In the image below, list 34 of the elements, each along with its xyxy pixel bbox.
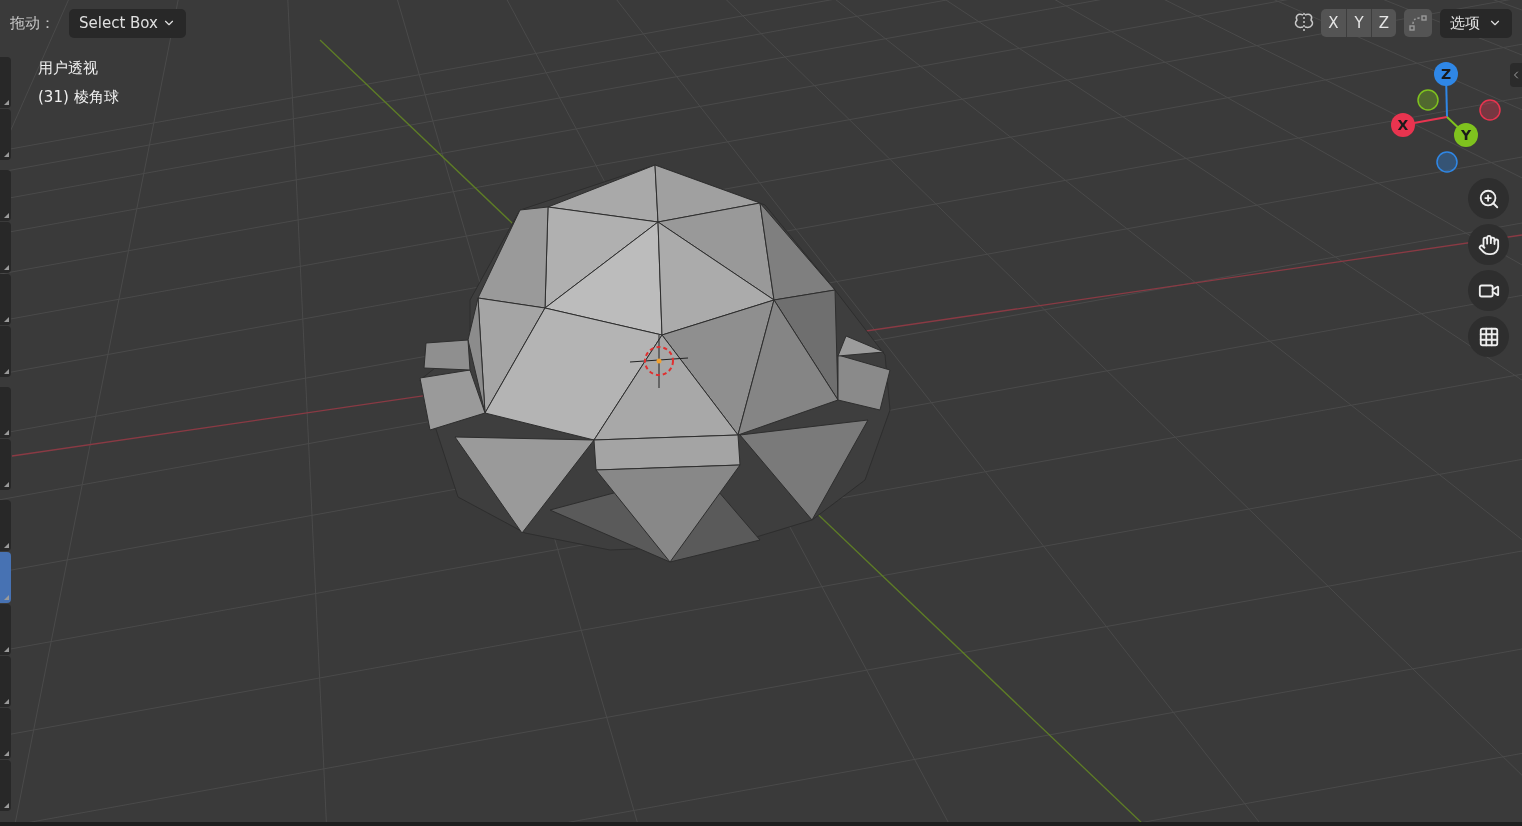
tool-button[interactable] [0,57,11,108]
tool-button[interactable] [0,387,11,438]
options-dropdown[interactable]: 选项 [1440,8,1512,38]
hand-icon [1477,233,1500,256]
tool-button[interactable] [0,109,11,160]
3d-cursor-icon [629,334,689,389]
zoom-button[interactable] [1468,178,1509,219]
snap-toggle[interactable] [1404,9,1432,37]
snap-icon [1409,14,1427,32]
object-info: (31) 棱角球 [38,86,119,108]
tool-button[interactable] [0,552,11,603]
tool-button[interactable] [0,222,11,273]
tool-button[interactable] [0,500,11,551]
zoom-icon [1477,187,1500,210]
tool-button[interactable] [0,656,11,707]
tool-button[interactable] [0,274,11,325]
tool-button[interactable] [0,326,11,377]
grid-icon [1477,325,1500,348]
tool-button[interactable] [0,708,11,759]
grid-button[interactable] [1468,316,1509,357]
view-name: 用户透视 [38,58,99,79]
tool-button[interactable] [0,170,11,221]
tool-button[interactable] [0,439,11,490]
hand-button[interactable] [1468,224,1509,265]
tool-button[interactable] [0,604,11,655]
axis-toggle[interactable]: X [1321,9,1346,37]
camera-button[interactable] [1468,270,1509,311]
axis-toggle[interactable]: Z [1371,9,1396,37]
axis-toggle[interactable]: Y [1346,9,1371,37]
mirror-icon[interactable] [1293,12,1315,34]
drag-mode-dropdown[interactable]: Select Box [69,8,186,38]
tool-button[interactable] [0,760,11,811]
sidebar-toggle[interactable] [1510,63,1522,87]
drag-label: 拖动： [10,12,55,34]
